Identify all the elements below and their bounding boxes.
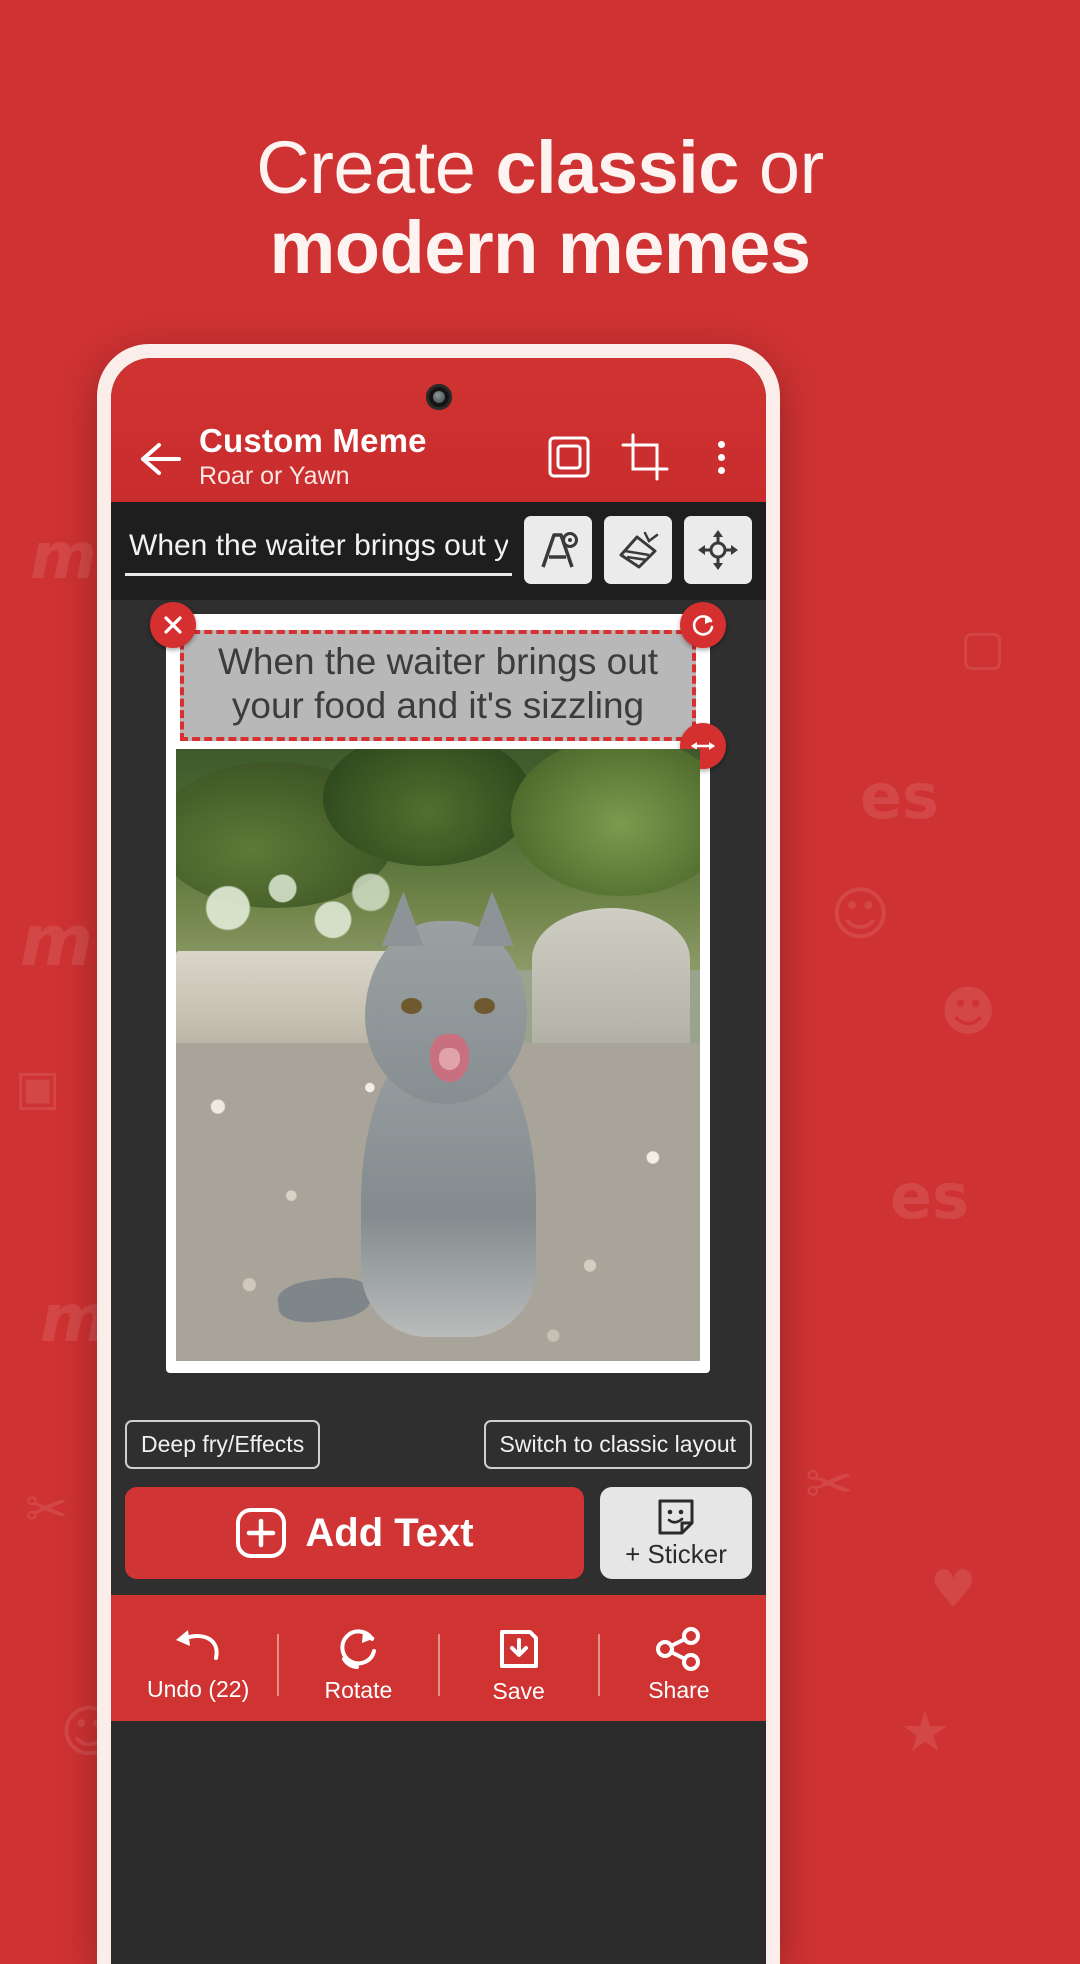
save-download-icon [496, 1626, 542, 1672]
phone-screen: Custom Meme Roar or Yawn When the waiter… [111, 358, 766, 1964]
text-effects-icon [615, 527, 661, 573]
save-button[interactable]: Save [440, 1626, 598, 1705]
close-icon [164, 616, 182, 634]
app-bar-actions [542, 430, 748, 490]
page-title: Custom Meme [199, 422, 427, 460]
back-button[interactable] [129, 428, 191, 490]
move-arrows-icon [695, 527, 741, 573]
text-effects-button[interactable] [604, 516, 672, 584]
share-label: Share [648, 1676, 710, 1703]
save-label: Save [492, 1677, 545, 1704]
rotate-button[interactable]: Rotate [279, 1627, 437, 1704]
kitten-head [365, 891, 527, 1104]
overflow-menu-button[interactable] [694, 430, 748, 484]
promo-headline: Create classic or modern memes [0, 128, 1080, 288]
undo-icon [170, 1628, 226, 1670]
more-vertical-icon [717, 440, 725, 474]
add-text-button[interactable]: Add Text [125, 1487, 584, 1579]
share-button[interactable]: Share [600, 1626, 758, 1704]
add-sticker-button[interactable]: + Sticker [600, 1487, 752, 1579]
meme-text-content[interactable]: When the waiter brings out your food and… [180, 630, 696, 742]
rotate-text-handle[interactable] [680, 602, 726, 648]
headline-word-classic: classic [495, 126, 739, 209]
add-sticker-label: + Sticker [625, 1538, 727, 1569]
move-button[interactable] [684, 516, 752, 584]
crop-icon [621, 433, 669, 481]
undo-label: Undo (22) [146, 1675, 250, 1702]
rotate-icon [692, 615, 714, 636]
meme-photo[interactable] [176, 749, 700, 1362]
rotate-icon [333, 1627, 383, 1671]
headline-word-or: or [738, 126, 824, 209]
switch-classic-layout-button[interactable]: Switch to classic layout [483, 1420, 752, 1469]
border-frame-button[interactable] [542, 430, 596, 484]
phone-mockup: Custom Meme Roar or Yawn When the waiter… [97, 344, 780, 1964]
meme-text-input-value: When the waiter brings out your foc [129, 528, 508, 562]
add-text-label: Add Text [305, 1510, 474, 1555]
headline-word-create: Create [256, 126, 496, 209]
meme-canvas-area[interactable]: When the waiter brings out your food and… [111, 600, 766, 1410]
meme-text-overlay[interactable]: When the waiter brings out your food and… [150, 602, 726, 770]
undo-button[interactable]: Undo (22) [119, 1628, 277, 1703]
camera-punchhole-icon [425, 384, 452, 410]
headline-line-1: Create classic or [60, 128, 1020, 208]
sticker-smiley-icon [656, 1497, 696, 1537]
headline-line-2: modern memes [60, 205, 1020, 289]
kitten-eye-right [473, 997, 495, 1015]
bottom-navigation: Undo (22) Rotate Save Share [111, 1595, 766, 1721]
canvas-options-row: Deep fry/Effects Switch to classic layou… [111, 1410, 766, 1477]
photo-kitten [275, 891, 564, 1337]
crop-button[interactable] [618, 430, 672, 484]
app-bar-titles: Custom Meme Roar or Yawn [191, 422, 542, 490]
delete-text-handle[interactable] [150, 602, 196, 648]
font-settings-button[interactable] [524, 516, 592, 584]
kitten-open-mouth [430, 1034, 469, 1082]
border-frame-icon [545, 433, 593, 481]
app-bar: Custom Meme Roar or Yawn [111, 358, 766, 502]
font-settings-icon [535, 527, 581, 573]
headline-words-modern-memes: modern memes [269, 205, 811, 289]
plus-circle-icon [235, 1507, 287, 1559]
deep-fry-effects-button[interactable]: Deep fry/Effects [125, 1420, 321, 1469]
primary-actions-row: Add Text + Sticker [111, 1477, 766, 1595]
arrow-left-icon [137, 439, 183, 479]
kitten-eye-left [400, 997, 422, 1015]
rotate-label: Rotate [324, 1676, 393, 1703]
text-edit-row: When the waiter brings out your foc [111, 502, 766, 600]
meme-card[interactable]: When the waiter brings out your food and… [150, 602, 726, 1374]
meme-text-input[interactable]: When the waiter brings out your foc [125, 525, 512, 576]
page-subtitle: Roar or Yawn [199, 462, 350, 490]
share-icon [655, 1626, 703, 1671]
